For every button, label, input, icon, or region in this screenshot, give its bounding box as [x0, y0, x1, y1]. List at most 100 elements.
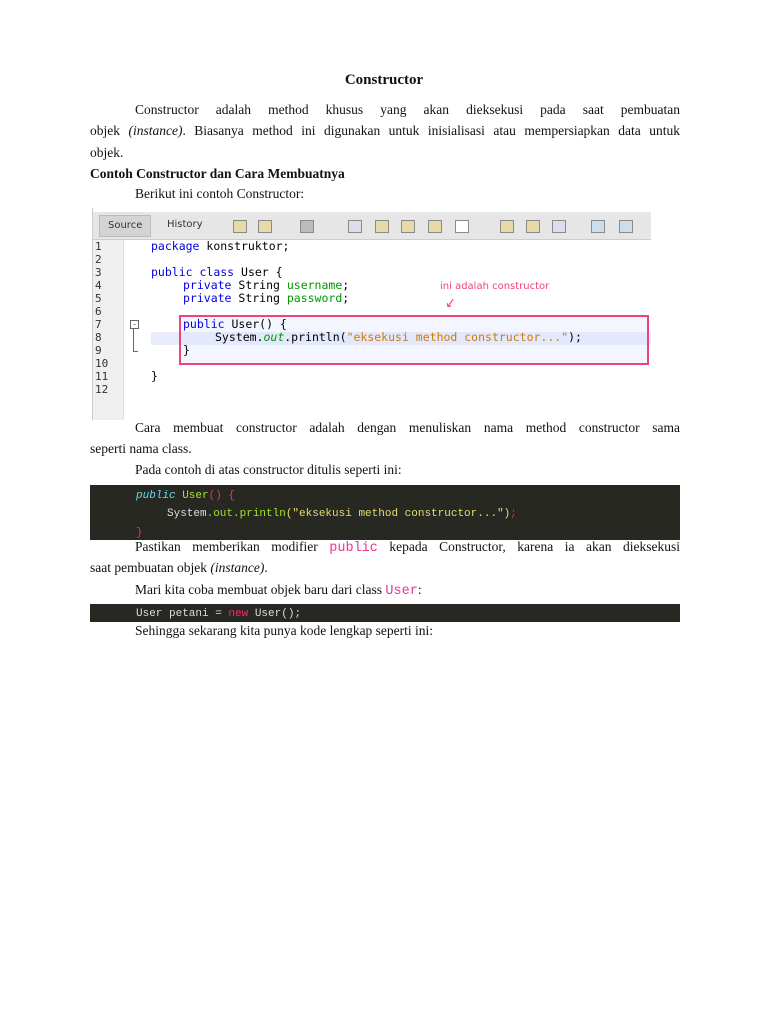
string: ("eksekusi method constructor...") [285, 508, 511, 520]
text: : [417, 582, 422, 597]
toolbar-icon [375, 220, 389, 233]
text: Pastikan memberikan modifier [135, 539, 330, 554]
toolbar-icon [428, 220, 442, 233]
fold-line [133, 329, 138, 352]
code: User() { [224, 317, 287, 331]
fold-icon: - [130, 320, 139, 329]
keyword: public [136, 490, 176, 502]
paragraph-line: objek. [90, 145, 124, 160]
tab-history: History [167, 219, 203, 230]
code-line: } [183, 343, 190, 357]
toolbar-icon [455, 220, 469, 233]
code-line: public class User { [151, 265, 283, 279]
toolbar-icon [552, 220, 566, 233]
line-number: 3 [95, 266, 102, 279]
keyword: package [151, 239, 200, 253]
toolbar-icon [401, 220, 415, 233]
code: ; [342, 291, 350, 305]
toolbar-icon [300, 220, 314, 233]
code: ; [510, 508, 517, 520]
text-italic: (instance) [210, 560, 265, 575]
text: Mari kita coba membuat objek baru dari c… [135, 582, 386, 597]
toolbar-icon [258, 220, 272, 233]
code-line: public User() { [183, 317, 287, 331]
line-number-gutter: 1 2 3 4 5 6 7 8 9 10 11 12 [93, 240, 124, 420]
paragraph-line: objek (instance). Biasanya method ini di… [90, 123, 680, 139]
code: .out.println [206, 508, 286, 520]
paragraph-line: Mari kita coba membuat objek baru dari c… [135, 582, 422, 599]
document-page: Constructor Constructor adalah method kh… [0, 0, 768, 1024]
toolbar-icon [233, 220, 247, 233]
text: objek [90, 123, 129, 138]
line-number: 7 [95, 318, 102, 331]
code-line: } [151, 369, 158, 383]
shift-left-icon [591, 220, 605, 233]
code-line: package konstruktor; [151, 239, 289, 253]
code: String [231, 291, 287, 305]
line-number: 5 [95, 292, 102, 305]
paragraph-line: Pastikan memberikan modifier public kepa… [135, 539, 680, 556]
page-title: Constructor [344, 72, 424, 88]
keyword: class [192, 265, 235, 279]
arrow-icon: ↙ [443, 294, 458, 311]
text-italic: (instance) [128, 123, 183, 138]
annotation-label: ini adalah constructor [440, 281, 550, 292]
paragraph-line: Constructor adalah method khusus yang ak… [135, 102, 680, 117]
code: .println( [284, 330, 347, 344]
paragraph-line: Sehingga sekarang kita punya kode lengka… [135, 623, 434, 638]
code: konstruktor; [199, 239, 290, 253]
code-line: User petani = new User(); [136, 608, 301, 620]
text: . [264, 560, 268, 575]
line-number: 10 [95, 357, 109, 370]
code-block: User petani = new User(); [90, 604, 680, 622]
field: password [286, 291, 343, 305]
keyword: public [151, 265, 193, 279]
keyword: private [183, 278, 232, 292]
line-number: 4 [95, 279, 102, 292]
line-number: 6 [95, 305, 102, 318]
code: ; [342, 278, 350, 292]
section-heading: Contoh Constructor dan Cara Membuatnya [90, 166, 345, 181]
search-icon [348, 220, 362, 233]
line-number: 9 [95, 344, 102, 357]
arrow-up-icon [500, 220, 514, 233]
keyword: public [183, 317, 225, 331]
code: User petani = [136, 608, 229, 620]
paragraph-line: Pada contoh di atas constructor ditulis … [135, 462, 402, 477]
code: () { [208, 490, 236, 502]
code: User(); [248, 608, 302, 620]
tab-source: Source [99, 215, 152, 237]
arrow-down-icon [526, 220, 540, 233]
inline-code: public [329, 541, 378, 556]
shift-right-icon [619, 220, 633, 233]
line-number: 12 [95, 383, 109, 396]
field: out [263, 330, 285, 344]
code-line: System.out.println("eksekusi method cons… [167, 508, 517, 520]
text: saat pembuatan objek [90, 560, 211, 575]
code-line: private String username; [183, 278, 349, 292]
line-number: 8 [95, 331, 102, 344]
text: . Biasanya method ini digunakan untuk in… [182, 123, 680, 138]
paragraph-line: Cara membuat constructor adalah dengan m… [135, 420, 680, 435]
code-block: public User() { System.out.println("ekse… [90, 485, 680, 540]
code: System [167, 508, 207, 520]
code: User { [234, 265, 283, 279]
code-line: System.out.println("eksekusi method cons… [215, 330, 582, 344]
code-line: public User() { [136, 490, 235, 502]
ide-screenshot: Source History 1 2 3 4 5 6 7 8 9 10 11 1… [92, 208, 651, 420]
paragraph-line: saat pembuatan objek (instance). [90, 560, 268, 576]
keyword: new [228, 608, 249, 620]
text: kepada Constructor, karena ia akan dieks… [377, 539, 680, 554]
editor-toolbar: Source History [93, 212, 651, 240]
code: System. [215, 330, 264, 344]
code: User [175, 490, 209, 502]
field: username [286, 278, 343, 292]
keyword: private [183, 291, 232, 305]
code-line: private String password; [183, 291, 349, 305]
paragraph-line: Berikut ini contoh Constructor: [135, 186, 305, 201]
line-number: 1 [95, 240, 102, 253]
line-number: 2 [95, 253, 102, 266]
string: "eksekusi method constructor..." [346, 330, 569, 344]
paragraph-line: seperti nama class. [90, 441, 192, 456]
inline-code: User [385, 584, 418, 599]
